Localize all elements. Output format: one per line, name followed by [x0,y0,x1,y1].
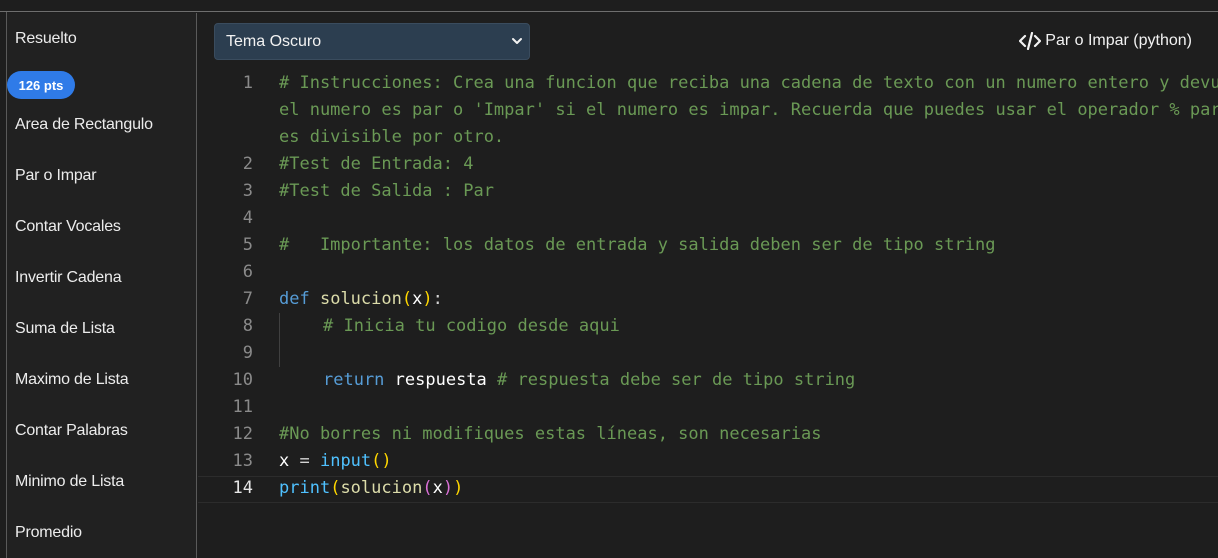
sidebar-item-resuelto[interactable]: Resuelto [15,30,77,48]
keyword-def: def [279,289,310,309]
sidebar-item-contar-palabras[interactable]: Contar Palabras [15,422,128,440]
line-number: 1 [242,73,253,93]
paren: ) [442,478,454,498]
code-line-7: def solucion(x): [279,286,443,313]
line-number: 13 [232,451,253,471]
top-border [0,0,1218,12]
sidebar-item-contar-vocales[interactable]: Contar Vocales [15,218,121,236]
argument: x [432,478,443,498]
paren: ) [422,289,433,309]
line-number: 7 [242,289,253,309]
sidebar-item-area-de-rectangulo[interactable]: Area de Rectangulo [15,116,153,134]
code-line-2: #Test de Entrada: 4 [279,154,474,174]
paren: ) [453,478,464,498]
points-badge: 126 pts [7,71,75,99]
problem-sidebar: Resuelto 126 pts Area de Rectangulo Par … [7,13,197,558]
chevron-down-icon [512,38,522,44]
code-line-12: #No borres ni modifiques estas líneas, s… [279,424,822,444]
sidebar-item-suma-de-lista[interactable]: Suma de Lista [15,320,115,338]
sidebar-item-maximo-de-lista[interactable]: Maximo de Lista [15,371,129,389]
sidebar-item-invertir-cadena[interactable]: Invertir Cadena [15,269,122,287]
code-content[interactable]: # Instrucciones: Crea una funcion que re… [279,70,1218,558]
builtin-print: print [279,478,331,498]
paren: ( [401,289,413,309]
code-line-10: return respuesta # respuesta debe ser de… [323,367,855,394]
function-name: solucion [319,289,402,309]
code-line-14: print(solucion(x)) [279,475,463,502]
code-line-13: x = input() [279,448,392,475]
function-call: solucion [340,478,423,498]
variable: x [279,451,290,471]
param: x [412,289,423,309]
theme-select[interactable]: Tema Oscuro [214,23,530,60]
left-edge [0,12,7,558]
line-number: 5 [242,235,253,255]
line-number: 3 [242,181,253,201]
return-value: respuesta [394,370,487,390]
paren: ( [330,478,341,498]
line-number: 10 [232,370,253,390]
code-line-1a: # Instrucciones: Crea una funcion que re… [279,73,1218,93]
code-line-5: # Importante: los datos de entrada y sal… [279,235,996,255]
inline-comment: # respuesta debe ser de tipo string [497,370,856,390]
line-number: 8 [242,316,253,336]
code-editor[interactable]: 1 2 3 4 5 6 7 8 9 10 11 12 13 14 # Instr… [198,70,1218,558]
builtin-input: input [319,451,372,471]
paren: () [371,451,392,471]
code-line-1c: es divisible por otro. [279,127,505,147]
line-number: 6 [242,262,253,282]
line-number: 9 [242,343,253,363]
main-panel: Tema Oscuro Par o Impar (python) 1 2 3 4… [198,13,1218,558]
problem-title-text: Par o Impar (python) [1045,32,1192,49]
sidebar-item-promedio[interactable]: Promedio [15,524,82,542]
line-number-gutter: 1 2 3 4 5 6 7 8 9 10 11 12 13 14 [198,70,258,558]
paren: ( [422,478,433,498]
sidebar-item-par-o-impar[interactable]: Par o Impar [15,167,97,185]
code-line-3: #Test de Salida : Par [279,181,494,201]
problem-title: Par o Impar (python) [1019,32,1192,50]
editor-toolbar: Tema Oscuro Par o Impar (python) [198,13,1218,70]
theme-select-value: Tema Oscuro [226,32,322,50]
sidebar-item-minimo-de-lista[interactable]: Minimo de Lista [15,473,124,491]
code-line-8: # Inicia tu codigo desde aqui [323,316,620,336]
line-number: 2 [242,154,253,174]
line-number-active: 14 [232,478,253,498]
code-line-1b: el numero es par o 'Impar' si el numero … [279,100,1218,120]
code-icon [1019,32,1042,50]
colon: : [432,289,443,309]
operator: = [289,451,320,471]
line-number: 4 [242,208,253,228]
line-number: 11 [232,397,253,417]
line-number: 12 [232,424,253,444]
keyword-return: return [323,370,385,390]
